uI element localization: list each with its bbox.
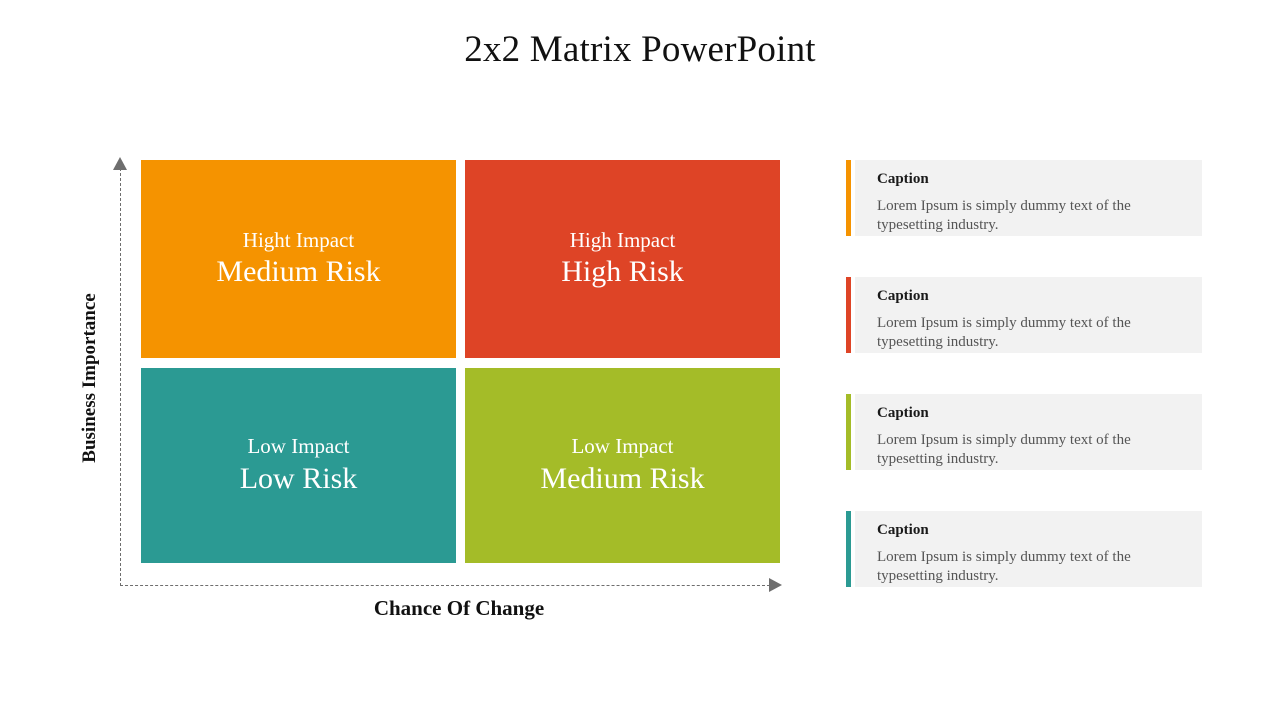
caption-card[interactable]: Caption Lorem Ipsum is simply dummy text… bbox=[846, 277, 1202, 353]
caption-body: Caption Lorem Ipsum is simply dummy text… bbox=[855, 160, 1202, 236]
caption-body: Caption Lorem Ipsum is simply dummy text… bbox=[855, 511, 1202, 587]
quadrant-impact-label: High Impact bbox=[569, 227, 676, 252]
caption-accent-bar bbox=[846, 277, 851, 353]
caption-card[interactable]: Caption Lorem Ipsum is simply dummy text… bbox=[846, 394, 1202, 470]
x-axis-line bbox=[120, 585, 770, 586]
x-axis-label: Chance Of Change bbox=[373, 596, 545, 620]
y-axis-line bbox=[120, 168, 121, 586]
caption-list: Caption Lorem Ipsum is simply dummy text… bbox=[846, 160, 1202, 628]
caption-card[interactable]: Caption Lorem Ipsum is simply dummy text… bbox=[846, 160, 1202, 236]
x-axis-arrow-icon bbox=[769, 578, 782, 592]
caption-title: Caption bbox=[877, 288, 929, 304]
caption-title: Caption bbox=[877, 522, 929, 538]
quadrant-top-right[interactable]: High Impact High Risk bbox=[465, 160, 780, 358]
caption-body: Caption Lorem Ipsum is simply dummy text… bbox=[855, 277, 1202, 353]
caption-text: Lorem Ipsum is simply dummy text of the … bbox=[877, 315, 1131, 351]
caption-accent-bar bbox=[846, 511, 851, 587]
quadrant-bottom-left[interactable]: Low Impact Low Risk bbox=[141, 368, 456, 563]
quadrant-bottom-right[interactable]: Low Impact Medium Risk bbox=[465, 368, 780, 563]
quadrant-risk-label: Medium Risk bbox=[540, 461, 705, 495]
caption-accent-bar bbox=[846, 394, 851, 470]
quadrant-risk-label: High Risk bbox=[561, 255, 684, 289]
quadrant-top-left[interactable]: Hight Impact Medium Risk bbox=[141, 160, 456, 358]
caption-text: Lorem Ipsum is simply dummy text of the … bbox=[877, 549, 1131, 585]
quadrant-impact-label: Low Impact bbox=[247, 434, 350, 459]
quadrant-impact-label: Low Impact bbox=[571, 434, 674, 459]
caption-text: Lorem Ipsum is simply dummy text of the … bbox=[877, 198, 1131, 234]
matrix-diagram: Business Importance Chance Of Change Hig… bbox=[0, 0, 820, 720]
caption-card[interactable]: Caption Lorem Ipsum is simply dummy text… bbox=[846, 511, 1202, 587]
caption-text: Lorem Ipsum is simply dummy text of the … bbox=[877, 432, 1131, 468]
quadrant-risk-label: Low Risk bbox=[239, 461, 358, 495]
caption-title: Caption bbox=[877, 405, 929, 421]
caption-title: Caption bbox=[877, 171, 929, 187]
quadrant-impact-label: Hight Impact bbox=[242, 227, 355, 252]
quadrant-risk-label: Medium Risk bbox=[216, 255, 381, 289]
y-axis-label: Business Importance bbox=[79, 293, 100, 463]
caption-body: Caption Lorem Ipsum is simply dummy text… bbox=[855, 394, 1202, 470]
caption-accent-bar bbox=[846, 160, 851, 236]
